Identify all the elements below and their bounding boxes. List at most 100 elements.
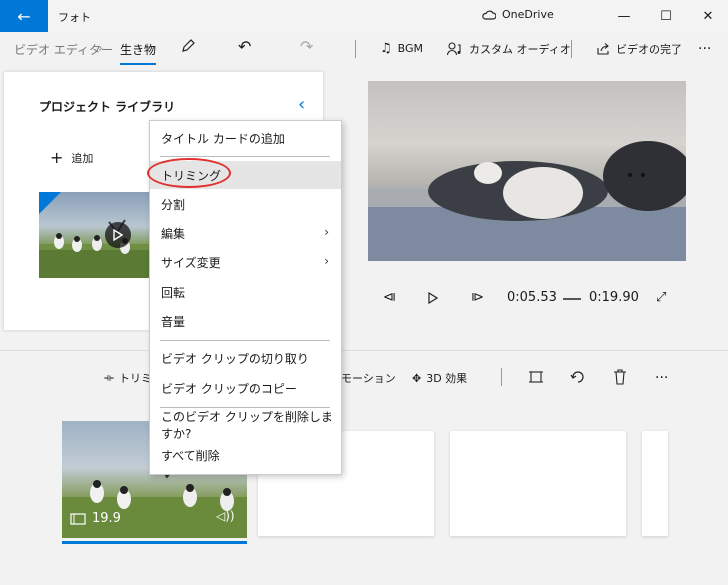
- close-icon: ✕: [702, 8, 714, 24]
- menu-item-label: すべて削除: [161, 448, 220, 463]
- selected-corner-marker: [39, 192, 61, 214]
- play-icon: [428, 291, 439, 305]
- menu-item-edit[interactable]: 編集 ›: [150, 219, 341, 247]
- menu-item-add-title-card[interactable]: タイトル カードの追加: [150, 124, 341, 152]
- minimize-icon: —: [617, 8, 631, 24]
- play-button[interactable]: [428, 290, 439, 308]
- menu-item-cut-clip[interactable]: ビデオ クリップの切り取り: [150, 344, 341, 372]
- onedrive-label: OneDrive: [502, 8, 554, 21]
- menu-item-resize[interactable]: サイズ変更 ›: [150, 248, 341, 276]
- section-divider: [0, 350, 728, 351]
- minimize-button[interactable]: —: [604, 2, 644, 30]
- trim-label: トリミ: [118, 372, 152, 385]
- collapse-button[interactable]: ‹: [298, 94, 305, 115]
- library-title: プロジェクト ライブラリ: [39, 100, 176, 114]
- chevron-left-icon: ‹: [298, 94, 306, 115]
- music-note-icon: ♫: [380, 41, 392, 56]
- onedrive-button[interactable]: OneDrive: [482, 8, 554, 21]
- annotation-highlight-ellipse: [147, 158, 231, 188]
- redo-button[interactable]: ↷: [300, 37, 313, 56]
- step-forward-icon: ⧐: [471, 290, 484, 305]
- undo-button[interactable]: ↶: [238, 37, 251, 56]
- menu-item-delete-all[interactable]: すべて削除: [150, 441, 341, 469]
- close-button[interactable]: ✕: [688, 2, 728, 30]
- share-icon: [597, 43, 609, 55]
- expand-icon: ⤢: [656, 290, 667, 305]
- rotate-button[interactable]: [570, 369, 586, 389]
- 3d-effects-label: 3D 効果: [426, 372, 468, 385]
- menu-item-rotate[interactable]: 回転: [150, 278, 341, 306]
- more-button[interactable]: ···: [698, 41, 711, 57]
- storyboard-more-button[interactable]: ···: [655, 370, 668, 386]
- empty-storyboard-slot: [642, 431, 668, 536]
- clip-duration-value: 19.9: [92, 511, 121, 526]
- bgm-button[interactable]: ♫ BGM: [380, 41, 423, 56]
- divider: [355, 40, 356, 58]
- menu-item-label: このビデオ クリップを削除しますか?: [161, 410, 333, 441]
- rename-button[interactable]: [180, 38, 196, 58]
- step-back-icon: ⧏: [383, 290, 396, 305]
- menu-item-label: ビデオ クリップのコピー: [161, 381, 297, 396]
- plus-icon: +: [50, 148, 64, 167]
- maximize-icon: ☐: [660, 8, 672, 24]
- chevron-right-icon: ›: [324, 254, 329, 268]
- chevron-right-icon: ›: [324, 225, 329, 239]
- divider: [501, 368, 502, 386]
- breadcrumb-current[interactable]: 生き物: [120, 41, 157, 65]
- previous-frame-button[interactable]: ⧏: [383, 290, 396, 305]
- play-thumbnail-button[interactable]: [105, 222, 131, 248]
- menu-separator: [160, 156, 330, 157]
- trash-icon: [614, 369, 626, 385]
- 3d-effects-button[interactable]: ✥ 3D 効果: [412, 370, 467, 386]
- play-icon: [113, 229, 123, 241]
- custom-audio-button[interactable]: カスタム オーディオ: [447, 41, 571, 57]
- menu-item-label: サイズ変更: [161, 255, 221, 270]
- add-button[interactable]: + 追加: [50, 148, 93, 167]
- time-separator: [563, 298, 581, 300]
- video-preview: [368, 81, 686, 261]
- menu-item-label: ビデオ クリップの切り取り: [161, 351, 309, 366]
- film-icon: [70, 512, 86, 525]
- chevron-right-icon: ›: [98, 41, 103, 55]
- crop-button[interactable]: [528, 369, 544, 389]
- selected-clip-indicator: [62, 541, 247, 544]
- seals-scene: [368, 141, 686, 261]
- delete-button[interactable]: [613, 369, 627, 389]
- speaker-icon[interactable]: ◁)): [216, 509, 235, 523]
- expand-button[interactable]: ⤢: [656, 290, 666, 305]
- finish-video-button[interactable]: ビデオの完了: [596, 41, 682, 57]
- divider: [571, 40, 572, 58]
- trim-button[interactable]: ⟛ トリミ: [104, 370, 152, 386]
- redo-icon: ↷: [300, 37, 314, 56]
- menu-item-volume[interactable]: 音量: [150, 307, 341, 335]
- maximize-button[interactable]: ☐: [646, 2, 686, 30]
- person-audio-icon: [447, 42, 461, 56]
- menu-item-split[interactable]: 分割: [150, 190, 341, 218]
- menu-item-label: 回転: [161, 285, 186, 300]
- back-arrow-icon: ←: [17, 6, 31, 26]
- next-frame-button[interactable]: ⧐: [471, 290, 484, 305]
- menu-item-label: 編集: [161, 226, 186, 241]
- menu-item-label: 分割: [161, 197, 186, 212]
- bgm-label: BGM: [397, 42, 424, 55]
- empty-storyboard-slot: [450, 431, 626, 536]
- menu-separator: [160, 340, 330, 341]
- total-time: 0:19.90: [589, 290, 639, 305]
- menu-item-delete-clip[interactable]: このビデオ クリップを削除しますか?: [150, 410, 341, 441]
- trim-icon: ⟛: [104, 371, 114, 384]
- undo-icon: ↶: [238, 37, 252, 56]
- back-button[interactable]: ←: [0, 0, 48, 32]
- menu-item-copy-clip[interactable]: ビデオ クリップのコピー: [150, 374, 341, 402]
- motion-button[interactable]: モーション: [341, 370, 396, 386]
- sparkle-icon: ✥: [412, 371, 422, 385]
- app-title: フォト: [58, 11, 91, 24]
- pencil-icon: [182, 39, 195, 52]
- motion-label: モーション: [341, 372, 396, 385]
- crop-icon: [529, 371, 543, 383]
- finish-video-label: ビデオの完了: [616, 43, 682, 56]
- rotate-icon: [570, 371, 584, 383]
- add-label: 追加: [71, 151, 94, 165]
- clip-duration: 19.9: [70, 511, 121, 526]
- custom-audio-label: カスタム オーディオ: [469, 43, 571, 56]
- current-time: 0:05.53: [507, 290, 557, 305]
